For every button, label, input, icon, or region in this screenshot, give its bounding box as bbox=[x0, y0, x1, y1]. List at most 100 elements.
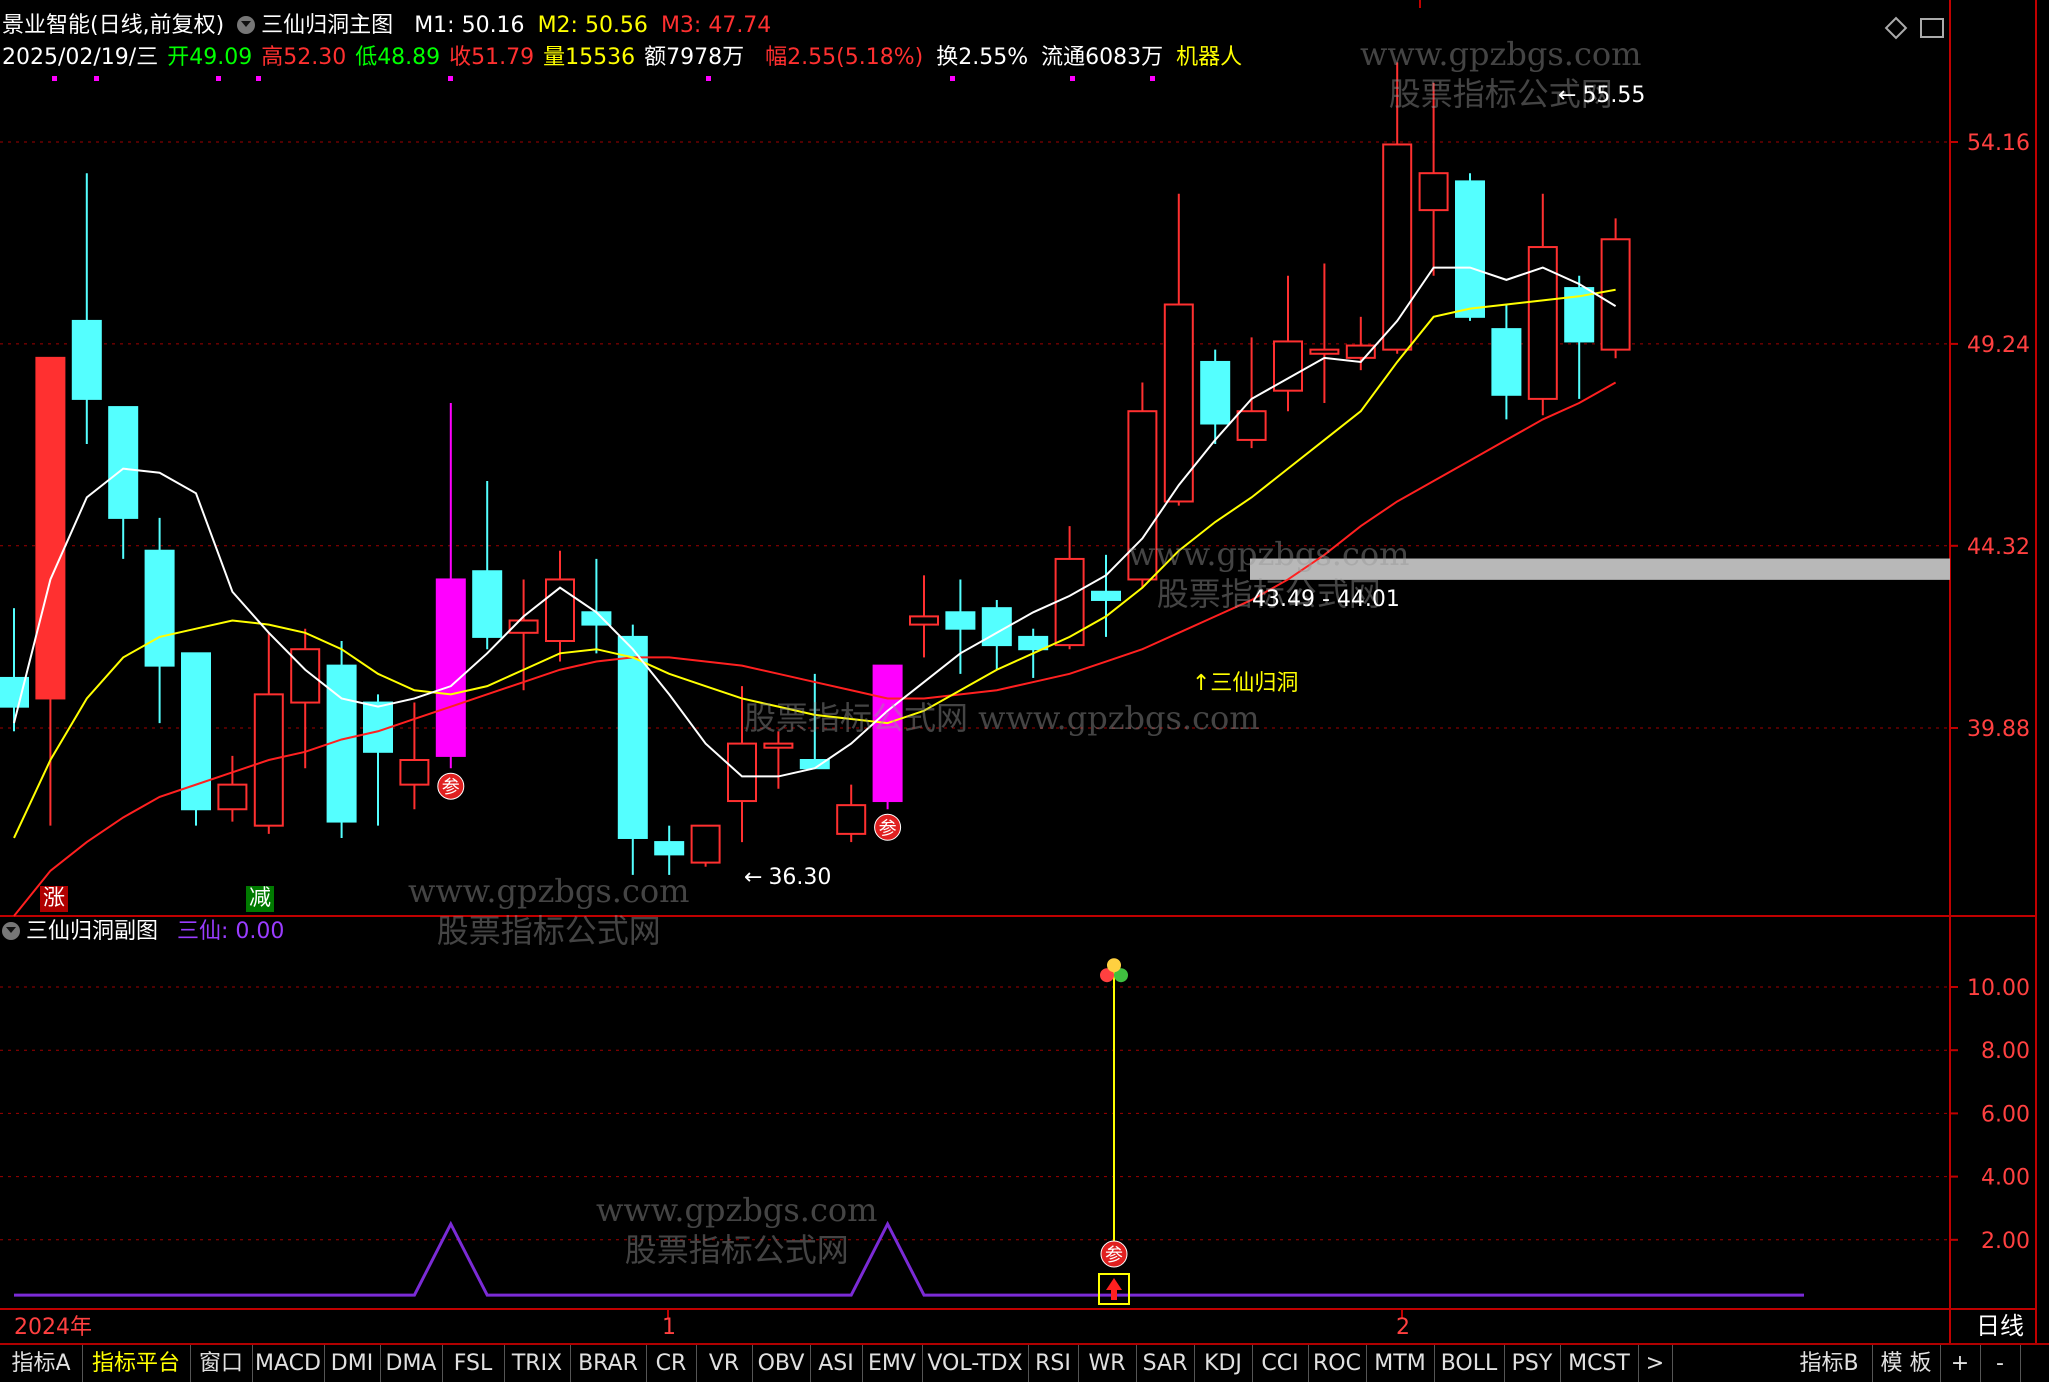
tab-sar[interactable]: SAR bbox=[1136, 1345, 1195, 1382]
sub-indicator-menu-icon[interactable] bbox=[2, 922, 20, 940]
y-tick-label: 44.32 bbox=[1967, 535, 2030, 560]
signal-dot bbox=[706, 76, 711, 81]
title-row: 景业智能(日线,前复权) 三仙归洞主图 M1: 50.16 M2: 50.56 … bbox=[2, 12, 777, 40]
candle-body bbox=[1382, 143, 1413, 351]
tab-brar[interactable]: BRAR bbox=[570, 1345, 647, 1382]
candle-body bbox=[1127, 410, 1158, 581]
y-tick-label: 6.00 bbox=[1981, 1102, 2030, 1127]
low-marker-label: ← 36.30 bbox=[744, 865, 832, 890]
signal-dot bbox=[94, 76, 99, 81]
quote-robot[interactable]: 机器人 bbox=[1176, 45, 1242, 70]
y-tick-label: 54.16 bbox=[1967, 131, 2030, 156]
ma3-line bbox=[13, 381, 1617, 917]
candle-body bbox=[71, 319, 102, 400]
quote-volume: 量15536 bbox=[543, 45, 636, 70]
signal-label: ↑三仙归洞 bbox=[1192, 671, 1299, 696]
can-marker-text: 参 bbox=[1105, 1245, 1123, 1266]
quote-open: 开49.09 bbox=[167, 45, 253, 70]
candle-body bbox=[435, 578, 466, 757]
candle-body bbox=[1309, 348, 1340, 355]
tab-more[interactable]: > bbox=[1638, 1345, 1673, 1382]
tab-dma[interactable]: DMA bbox=[380, 1345, 443, 1382]
ma3-label: M3: 47.74 bbox=[660, 13, 772, 38]
tab-mtm[interactable]: MTM bbox=[1366, 1345, 1435, 1382]
quote-high: 高52.30 bbox=[261, 45, 347, 70]
window-toggle-icon[interactable] bbox=[1920, 18, 1944, 38]
tab-boll[interactable]: BOLL bbox=[1434, 1345, 1505, 1382]
signal-dot bbox=[52, 76, 57, 81]
fall-tag: 减 bbox=[246, 886, 275, 912]
tab-cr[interactable]: CR bbox=[646, 1345, 697, 1382]
tab-asi[interactable]: ASI bbox=[810, 1345, 863, 1382]
tab-trix[interactable]: TRIX bbox=[504, 1345, 571, 1382]
candle-body bbox=[617, 635, 648, 839]
signal-dot bbox=[216, 76, 221, 81]
tab-dmi[interactable]: DMI bbox=[324, 1345, 381, 1382]
period-label[interactable]: 日线 bbox=[1976, 1312, 2024, 1340]
quote-turnover: 换2.55% bbox=[936, 45, 1029, 70]
tab-kdj[interactable]: KDJ bbox=[1194, 1345, 1253, 1382]
candle-body bbox=[472, 570, 503, 638]
kline-chart[interactable]: 54.16 49.24 44.32 39.88 10.00 8.00 6.00 4.00 2.0… bbox=[0, 0, 2049, 1343]
stock-title[interactable]: 景业智能(日线,前复权) bbox=[2, 13, 224, 38]
sub-indicator-line bbox=[14, 1220, 1804, 1297]
tab-窗口[interactable]: 窗口 bbox=[190, 1345, 253, 1382]
y-tick-label: 4.00 bbox=[1981, 1166, 2030, 1191]
quote-amount: 额7978万 bbox=[644, 45, 745, 70]
year-label: 2024年 bbox=[14, 1315, 92, 1340]
candle-body bbox=[399, 759, 430, 786]
tab-rsi[interactable]: RSI bbox=[1028, 1345, 1079, 1382]
y-tick-label: 39.88 bbox=[1967, 717, 2030, 742]
quote-change: 幅2.55(5.18%) bbox=[765, 45, 924, 70]
tab-mcst[interactable]: MCST bbox=[1560, 1345, 1639, 1382]
tab-指标a[interactable]: 指标A bbox=[0, 1345, 83, 1382]
tab-emv[interactable]: EMV bbox=[862, 1345, 923, 1382]
indicator-menu-icon[interactable] bbox=[237, 16, 256, 34]
up-arrow-icon bbox=[1106, 1278, 1122, 1300]
tab-psy[interactable]: PSY bbox=[1504, 1345, 1561, 1382]
main-indicator-name[interactable]: 三仙归洞主图 bbox=[261, 13, 393, 38]
tab-fsl[interactable]: FSL bbox=[442, 1345, 505, 1382]
candle-body bbox=[144, 549, 175, 667]
can-marker-text: 参 bbox=[879, 818, 897, 839]
tab-指标b[interactable]: 指标B bbox=[1786, 1345, 1873, 1382]
candle-body bbox=[690, 824, 721, 864]
candle-body bbox=[909, 615, 939, 626]
quote-float: 流通6083万 bbox=[1041, 45, 1164, 70]
tab-macd[interactable]: MACD bbox=[252, 1345, 325, 1382]
indicator-tab-bar: 指标A 指标平台 窗口 MACD DMI DMA FSL TRIX BRAR CR VR OBV ASI… bbox=[0, 1343, 2049, 1382]
y-tick-label: 10.00 bbox=[1967, 976, 2030, 1001]
candle-body bbox=[1455, 180, 1485, 318]
candle-body bbox=[290, 648, 321, 704]
sub-title-row: 三仙归洞副图 三仙: 0.00 bbox=[2, 918, 290, 946]
candle-body bbox=[654, 841, 685, 856]
tab-vol-tdx[interactable]: VOL-TDX bbox=[922, 1345, 1029, 1382]
candle-body bbox=[945, 611, 976, 630]
sub-indicator-name[interactable]: 三仙归洞副图 bbox=[26, 919, 158, 944]
tab-vr[interactable]: VR bbox=[696, 1345, 753, 1382]
tab-roc[interactable]: ROC bbox=[1308, 1345, 1367, 1382]
high-marker-label: ← 55.55 bbox=[1558, 83, 1646, 108]
rise-tag: 涨 bbox=[40, 886, 69, 912]
candle-body bbox=[1236, 410, 1267, 441]
y-tick-label: 2.00 bbox=[1981, 1229, 2030, 1254]
candle-body bbox=[1600, 238, 1631, 351]
quote-low: 低48.89 bbox=[355, 45, 441, 70]
tab-cci[interactable]: CCI bbox=[1252, 1345, 1309, 1382]
can-marker-text: 参 bbox=[442, 777, 460, 798]
candle-body bbox=[35, 356, 66, 700]
candle-body bbox=[727, 742, 757, 803]
candle-body bbox=[1091, 590, 1121, 601]
tab-模-板[interactable]: 模 板 bbox=[1872, 1345, 1941, 1382]
tab--[interactable]: - bbox=[1980, 1345, 2021, 1382]
candle-body bbox=[836, 804, 867, 835]
tab-指标平台[interactable]: 指标平台 bbox=[82, 1345, 191, 1382]
candle-body bbox=[1018, 635, 1049, 651]
tab-obv[interactable]: OBV bbox=[752, 1345, 811, 1382]
month-label-2: 2 bbox=[1396, 1315, 1410, 1340]
tab-+[interactable]: + bbox=[1940, 1345, 1981, 1382]
candle-body bbox=[1527, 246, 1558, 400]
signal-dot bbox=[1070, 76, 1075, 81]
y-tick-label: 8.00 bbox=[1981, 1039, 2030, 1064]
tab-wr[interactable]: WR bbox=[1078, 1345, 1137, 1382]
